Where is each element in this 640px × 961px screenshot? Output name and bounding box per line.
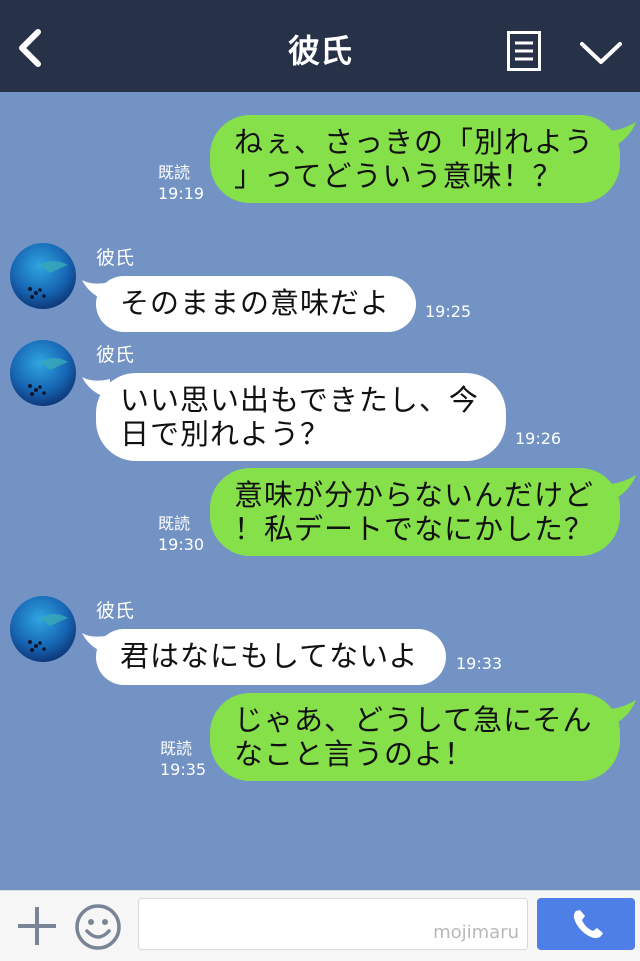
- read-receipt: 既読 19:19: [158, 163, 205, 203]
- message-bubble-sent[interactable]: 意味が分からないんだけど ！私デートでなにかした？: [210, 468, 620, 556]
- list-icon[interactable]: [507, 31, 541, 71]
- send-button[interactable]: [537, 898, 635, 950]
- message-bubble-received[interactable]: 君はなにもしてないよ: [96, 629, 446, 685]
- chat-header: 彼氏: [0, 0, 640, 92]
- chat-title: 彼氏: [287, 32, 352, 70]
- avatar[interactable]: [10, 596, 76, 662]
- plus-icon[interactable]: [16, 905, 58, 947]
- message-time: 19:25: [425, 302, 472, 321]
- message-bubble-received[interactable]: いい思い出もできたし、今 日で別れよう？: [96, 373, 506, 461]
- watermark-text: mojimaru: [433, 922, 519, 943]
- sender-name: 彼氏: [96, 344, 135, 366]
- message-input[interactable]: mojimaru: [138, 898, 528, 950]
- read-receipt: 既読 19:35: [160, 739, 207, 779]
- message-time: 19:26: [515, 429, 562, 448]
- message-bubble-received[interactable]: そのままの意味だよ: [96, 276, 416, 332]
- avatar[interactable]: [10, 340, 76, 406]
- sender-name: 彼氏: [96, 247, 135, 269]
- avatar[interactable]: [10, 243, 76, 309]
- read-receipt: 既読 19:30: [158, 514, 205, 554]
- smiley-icon[interactable]: [74, 903, 122, 951]
- phone-icon: [573, 910, 603, 939]
- message-bubble-sent[interactable]: じゃあ、どうして急にそん なこと言うのよ！: [210, 693, 620, 781]
- sender-name: 彼氏: [96, 600, 135, 622]
- message-time: 19:33: [456, 654, 503, 673]
- chevron-down-icon[interactable]: [578, 36, 624, 70]
- message-list: 既読 19:19 ねぇ、さっきの「別れよう 」ってどういう意味！？ 彼氏 そのま…: [0, 92, 640, 890]
- message-bubble-sent[interactable]: ねぇ、さっきの「別れよう 」ってどういう意味！？: [210, 115, 620, 203]
- input-bar: mojimaru: [0, 890, 640, 961]
